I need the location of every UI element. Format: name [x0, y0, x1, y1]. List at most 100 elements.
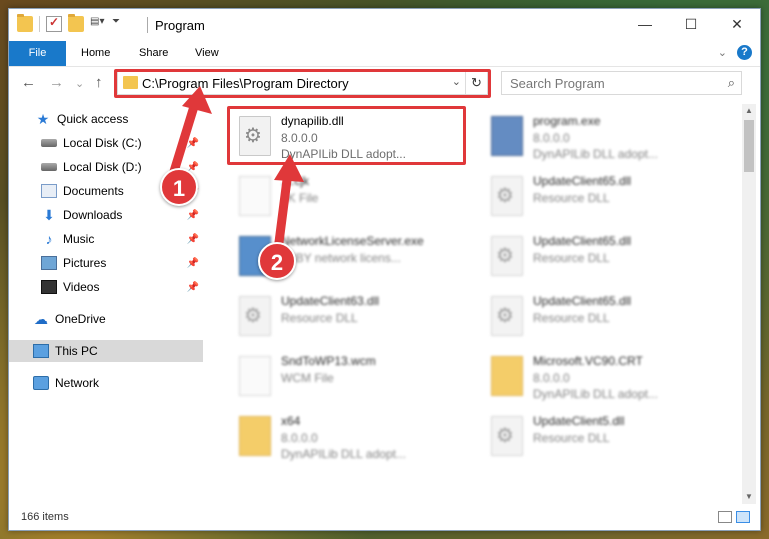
cloud-icon: ☁	[34, 310, 48, 327]
back-button[interactable]: ←	[21, 74, 36, 91]
file-item-program-exe[interactable]: program.exe 8.0.0.0 DynAPILib DLL adopt.…	[483, 110, 719, 164]
details-view-button[interactable]	[718, 511, 732, 523]
sidebar-item-label: Music	[63, 232, 95, 246]
file-item-updateclient63[interactable]: UpdateClient63.dll Resource DLL	[231, 290, 467, 344]
downloads-icon: ⬇	[43, 206, 55, 223]
pin-icon: 📌	[186, 209, 199, 221]
file-type: Resource DLL	[533, 311, 610, 325]
pc-icon	[33, 344, 49, 358]
file-item-updateclient65[interactable]: UpdateClient65.dll Resource DLL	[483, 170, 719, 224]
sidebar-item-videos[interactable]: Videos 📌	[9, 276, 203, 298]
file-type: WCM File	[281, 371, 334, 385]
file-item-microsoft-vc90-crt[interactable]: Microsoft.VC90.CRT 8.0.0.0 DynAPILib DLL…	[483, 350, 719, 404]
sidebar-item-onedrive[interactable]: ☁ OneDrive	[9, 308, 203, 330]
file-description: DynAPILib DLL adopt...	[533, 387, 658, 401]
file-description: DynAPILib DLL adopt...	[533, 147, 658, 161]
new-folder-icon[interactable]	[68, 14, 84, 32]
customize-qat-icon[interactable]: ▤▾	[90, 16, 106, 32]
sidebar-item-label: Local Disk (C:)	[63, 136, 142, 150]
search-icon[interactable]: ⌕	[728, 75, 735, 91]
scroll-thumb[interactable]	[744, 120, 754, 172]
ribbon-tabs: File Home Share View ⌄ ?	[9, 41, 760, 67]
file-type: Resource DLL	[533, 251, 610, 265]
exe-file-icon	[491, 116, 523, 156]
callout-badge-1: 1	[160, 168, 198, 206]
file-name: Microsoft.VC90.CRT	[533, 354, 643, 368]
pin-icon: 📌	[186, 233, 199, 245]
item-count: 166 items	[21, 511, 69, 523]
file-item-sndtowp13[interactable]: SndToWP13.wcm WCM File	[231, 350, 467, 404]
divider	[39, 16, 40, 32]
file-name: UpdateClient5.dll	[533, 414, 625, 428]
file-name: UpdateClient63.dll	[281, 294, 380, 308]
disk-icon	[41, 139, 57, 147]
pin-icon: 📌	[186, 257, 199, 269]
sidebar-item-downloads[interactable]: ⬇ Downloads 📌	[9, 204, 203, 226]
tab-view[interactable]: View	[183, 41, 231, 66]
videos-icon	[41, 280, 57, 294]
sidebar-item-music[interactable]: ♪ Music 📌	[9, 228, 203, 250]
minimize-button[interactable]: —	[622, 9, 668, 39]
sidebar-item-label: Documents	[63, 184, 124, 198]
pin-icon: 📌	[186, 281, 199, 293]
dll-file-icon	[491, 416, 523, 456]
explorer-window: ▤▾ ⏷ Program — ☐ ✕ File Home Share View …	[8, 8, 761, 531]
expand-ribbon-icon[interactable]: ⌄	[718, 46, 727, 59]
file-version: 8.0.0.0	[533, 371, 570, 385]
file-description: DynAPILib DLL adopt...	[281, 447, 406, 461]
star-icon: ★	[36, 110, 50, 127]
disk-icon	[41, 163, 57, 171]
search-box[interactable]: Search Program ⌕	[501, 71, 742, 95]
sidebar-item-pictures[interactable]: Pictures 📌	[9, 252, 203, 274]
file-name: UpdateClient65.dll	[533, 294, 632, 308]
scroll-down-icon[interactable]: ▼	[742, 490, 756, 504]
dll-file-icon	[491, 176, 523, 216]
file-name: UpdateClient65.dll	[533, 234, 632, 248]
sidebar-item-label: Pictures	[63, 256, 107, 270]
status-bar: 166 items	[9, 505, 760, 531]
help-icon[interactable]: ?	[737, 45, 752, 60]
maximize-button[interactable]: ☐	[668, 9, 714, 39]
folder-icon	[491, 356, 523, 396]
network-icon	[33, 376, 49, 390]
sidebar-item-network[interactable]: Network	[9, 372, 203, 394]
file-name: x64	[281, 414, 301, 428]
qat-dropdown-icon[interactable]: ⏷	[112, 16, 128, 32]
file-icon	[239, 356, 271, 396]
file-type: Resource DLL	[281, 311, 358, 325]
close-button[interactable]: ✕	[714, 9, 760, 39]
quick-access-toolbar: ▤▾ ⏷	[17, 14, 128, 32]
vertical-scrollbar[interactable]: ▲ ▼	[742, 104, 756, 504]
sidebar-item-label: OneDrive	[55, 312, 106, 326]
sidebar-item-label: Quick access	[57, 112, 129, 126]
file-version: 8.0.0.0	[281, 431, 318, 445]
sidebar-item-this-pc[interactable]: This PC	[9, 340, 203, 362]
properties-icon[interactable]	[46, 15, 62, 32]
scroll-up-icon[interactable]: ▲	[742, 104, 756, 118]
dll-file-icon	[491, 236, 523, 276]
dll-file-icon	[491, 296, 523, 336]
dll-file-icon	[239, 296, 271, 336]
window-title: Program	[155, 18, 205, 33]
forward-button[interactable]: →	[49, 74, 64, 91]
file-item-updateclient65[interactable]: UpdateClient65.dll Resource DLL	[483, 290, 719, 344]
file-item-x64[interactable]: x64 8.0.0.0 DynAPILib DLL adopt...	[231, 410, 467, 464]
documents-icon	[41, 184, 57, 198]
file-item-updateclient5[interactable]: UpdateClient5.dll Resource DLL	[483, 410, 719, 464]
recent-locations-button[interactable]: ⌄	[75, 77, 84, 90]
tab-file[interactable]: File	[9, 41, 66, 66]
divider	[147, 17, 148, 33]
callout-badge-2: 2	[258, 242, 296, 280]
window-controls: — ☐ ✕	[622, 9, 760, 39]
tab-home[interactable]: Home	[69, 41, 122, 66]
view-switcher	[718, 511, 750, 523]
pictures-icon	[41, 256, 57, 270]
search-input[interactable]: Search Program	[510, 76, 605, 91]
tab-share[interactable]: Share	[127, 41, 180, 66]
folder-icon	[239, 416, 271, 456]
up-button[interactable]: ↑	[95, 74, 103, 91]
sidebar-item-label: Network	[55, 376, 100, 390]
tiles-view-button[interactable]	[736, 511, 750, 523]
folder-icon	[17, 14, 33, 32]
file-item-updateclient65[interactable]: UpdateClient65.dll Resource DLL	[483, 230, 719, 284]
